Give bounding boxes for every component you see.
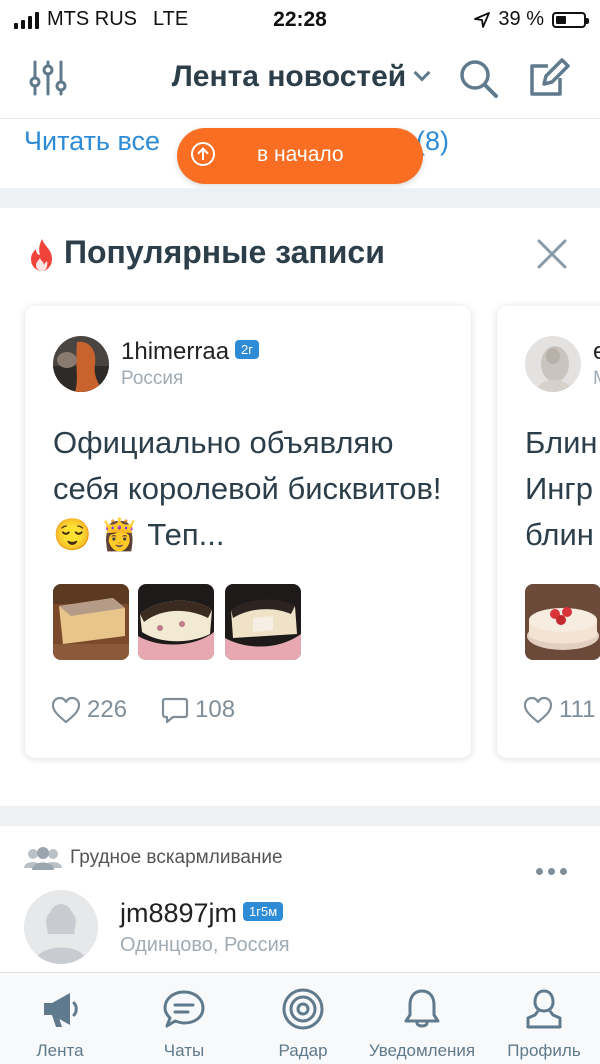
nav-header: Лента новостей xyxy=(0,40,600,118)
avatar[interactable] xyxy=(53,336,109,392)
megaphone-icon xyxy=(44,993,78,1027)
scroll-to-top-label: в начало xyxy=(257,143,344,166)
section-divider xyxy=(0,806,600,826)
tab-label: Лента xyxy=(36,1041,84,1060)
username: 1himerraa xyxy=(121,338,230,365)
post-author[interactable]: e xyxy=(593,338,600,366)
chevron-down-icon xyxy=(413,64,431,82)
avatar[interactable] xyxy=(24,890,98,964)
cake-photo xyxy=(138,584,214,660)
page-title: Лента новостей xyxy=(171,60,407,93)
feed-post[interactable]: Грудное вскармливание jm8897jm 1г5м Одинц… xyxy=(0,826,600,972)
tab-bar: Лента Чаты Радар Уведомления Профиль xyxy=(0,972,600,1064)
membership-badge: 1г5м xyxy=(243,902,284,922)
post-photo-thumbnail[interactable] xyxy=(53,584,129,660)
like-count: 111 xyxy=(559,696,596,723)
battery-percent: 39 % xyxy=(498,8,544,30)
group-people-icon xyxy=(24,847,62,870)
more-options-icon[interactable] xyxy=(536,868,567,875)
username: e xyxy=(593,338,600,365)
membership-badge: 2г xyxy=(235,340,260,360)
author-location: М xyxy=(593,368,600,390)
post-text: Блин Ингр блин xyxy=(525,425,598,552)
cake-photo xyxy=(225,584,301,660)
feed-title-dropdown[interactable]: Лента новостей xyxy=(0,60,600,94)
post-photo-thumbnail[interactable] xyxy=(225,584,301,660)
avatar-image xyxy=(525,336,581,392)
status-right: 39 % xyxy=(474,8,589,31)
like-button[interactable]: 111 xyxy=(523,696,595,724)
post-group[interactable]: Грудное вскармливание xyxy=(24,846,283,870)
battery-icon xyxy=(552,11,589,28)
tab-label: Профиль xyxy=(507,1041,581,1060)
tab-feed[interactable]: Лента xyxy=(0,973,120,1064)
location-arrow-icon xyxy=(474,11,491,28)
avatar-image xyxy=(53,336,109,392)
avatar[interactable] xyxy=(525,336,581,392)
arrow-up-icon xyxy=(191,142,215,166)
scroll-to-top-button[interactable]: в начало xyxy=(177,128,423,184)
tab-notifications[interactable]: Уведомления xyxy=(362,973,482,1064)
comment-button[interactable]: 108 xyxy=(161,696,235,724)
popular-post-card[interactable]: e М Блин Ингр блин 111 xyxy=(497,306,600,758)
close-icon[interactable] xyxy=(536,238,568,270)
bell-icon xyxy=(404,989,440,1028)
chat-bubble-icon xyxy=(163,990,205,1028)
tab-radar[interactable]: Радар xyxy=(243,973,363,1064)
group-name: Грудное вскармливание xyxy=(70,847,283,868)
username: jm8897jm xyxy=(120,898,238,928)
tab-label: Радар xyxy=(278,1041,328,1060)
compose-icon[interactable] xyxy=(526,56,570,100)
like-button[interactable]: 226 xyxy=(51,696,127,724)
search-icon[interactable] xyxy=(456,56,500,100)
popular-section: Популярные записи 1himerraa 2г Россия Офи… xyxy=(0,208,600,806)
profile-icon xyxy=(526,989,562,1029)
like-count: 226 xyxy=(87,696,128,723)
popular-post-card[interactable]: 1himerraa 2г Россия Официально объявляю с… xyxy=(25,306,471,758)
heart-icon xyxy=(51,696,81,724)
post-author[interactable]: jm8897jm 1г5м xyxy=(120,898,284,929)
comment-count: 108 xyxy=(195,696,236,723)
status-bar: MTS RUS LTE 22:28 39 % xyxy=(0,0,600,40)
tab-label: Уведомления xyxy=(368,1041,476,1060)
cake-photo xyxy=(525,584,600,660)
author-location: Одинцово, Россия xyxy=(120,934,290,956)
cake-photo xyxy=(53,584,129,660)
section-divider xyxy=(0,188,600,208)
heart-icon xyxy=(523,696,553,724)
post-photo-thumbnail[interactable] xyxy=(525,584,600,660)
radar-icon xyxy=(282,988,324,1030)
post-author[interactable]: 1himerraa 2г xyxy=(121,338,260,366)
post-photo-thumbnail[interactable] xyxy=(138,584,214,660)
tab-label: Чаты xyxy=(163,1041,205,1060)
fire-icon xyxy=(31,239,52,271)
author-location: Россия xyxy=(121,368,184,389)
default-avatar-icon xyxy=(24,890,98,964)
read-all-link[interactable]: Читать все xyxy=(24,126,160,157)
tab-profile[interactable]: Профиль xyxy=(484,973,600,1064)
comment-icon xyxy=(161,697,189,724)
battery-level xyxy=(556,15,567,24)
section-title: Популярные записи xyxy=(64,234,385,270)
tab-chats[interactable]: Чаты xyxy=(124,973,244,1064)
post-text: Официально объявляю себя королевой бискв… xyxy=(53,425,442,552)
